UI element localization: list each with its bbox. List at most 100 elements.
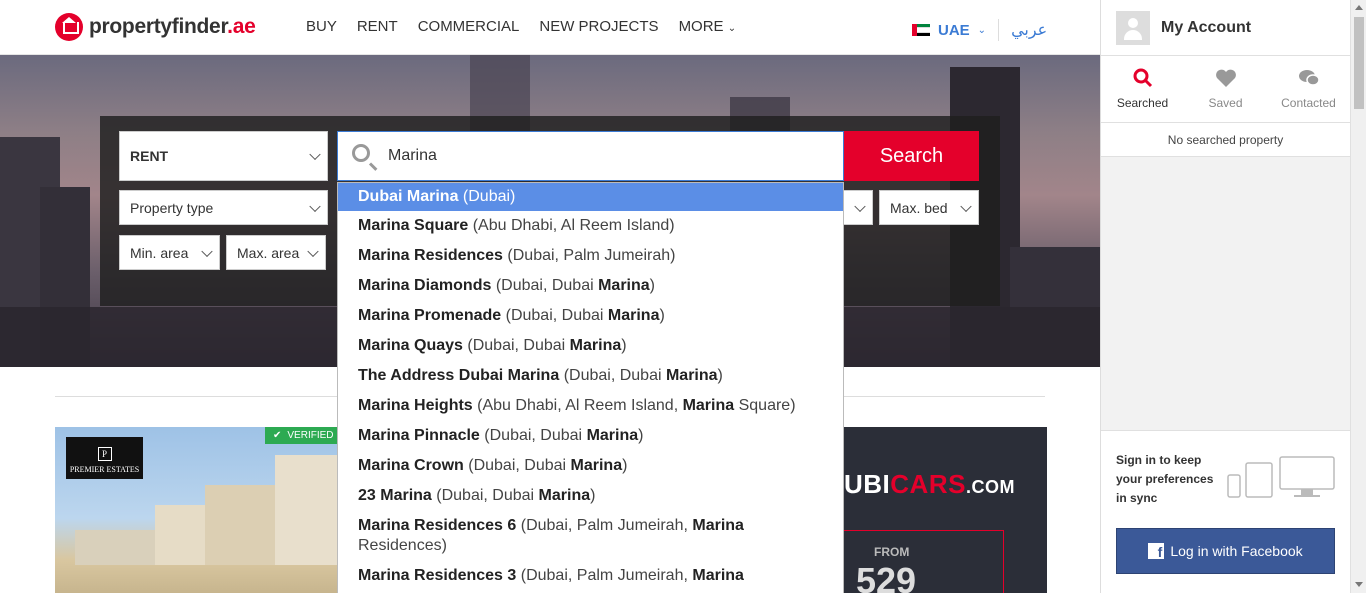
premier-logo-icon: P [97, 447, 112, 461]
suggestion-name: Marina Residences 3 [358, 567, 517, 584]
nav-more[interactable]: MORE ⌄ [679, 18, 737, 35]
max-area-value: Max. area [237, 244, 300, 261]
nav-more-label: MORE [678, 18, 724, 35]
nav-commercial[interactable]: COMMERCIAL [418, 18, 520, 35]
suggestion-item[interactable]: The Address Dubai Marina (Dubai, Dubai M… [338, 361, 843, 391]
suggestion-item[interactable]: Marina Square (Abu Dhabi, Al Reem Island… [338, 211, 843, 241]
suggestion-location: (Dubai, Dubai [563, 367, 666, 384]
logo[interactable]: propertyfinder.ae [55, 13, 256, 41]
suggestion-location: (Dubai, Dubai [467, 337, 570, 354]
suggestion-name: Marina Residences 6 [358, 517, 517, 534]
min-area-value: Min. area [130, 244, 189, 261]
suggestion-item[interactable]: Marina Promenade (Dubai, Dubai Marina) [338, 301, 843, 331]
country-selector[interactable]: UAE ⌄ عربي [912, 19, 1047, 41]
suggestion-item[interactable]: Marina Pinnacle (Dubai, Dubai Marina) [338, 421, 843, 451]
verified-badge: ✔ VERIFIED [265, 427, 340, 444]
check-icon: ✔ [273, 430, 282, 441]
suggestion-name: 23 Marina [358, 487, 432, 504]
tab-searched-label: Searched [1116, 96, 1169, 110]
chat-icon [1298, 68, 1320, 88]
agency-name: PREMIER ESTATES [69, 465, 140, 474]
uae-flag-icon [912, 24, 930, 36]
tab-contacted[interactable]: Contacted [1267, 56, 1350, 122]
search-button[interactable]: Search [844, 131, 979, 181]
logo-tld: .ae [227, 15, 256, 38]
suggestion-item[interactable]: Marina Residences (Dubai, Palm Jumeirah) [338, 241, 843, 271]
suggestion-location: ) [649, 277, 655, 294]
chevron-down-icon: ⌄ [977, 24, 987, 36]
chevron-down-icon [309, 148, 321, 161]
search-icon [352, 144, 370, 162]
suggestion-location: (Abu Dhabi, Al Reem Island) [472, 217, 675, 234]
advertisement-banner[interactable]: UBICARS.COM FROM 529 [844, 427, 1047, 593]
account-header[interactable]: My Account [1101, 0, 1350, 56]
suggestion-location: ) [717, 367, 723, 384]
suggestion-location: (Dubai, Dubai [468, 457, 571, 474]
agency-logo[interactable]: P PREMIER ESTATES [66, 437, 143, 479]
suggestion-name: Marina Square [358, 217, 469, 234]
chevron-down-icon: ⌄ [727, 23, 737, 34]
tab-saved[interactable]: Saved [1184, 56, 1267, 122]
max-bed-select[interactable]: Max. bed [879, 190, 979, 225]
suggestion-item[interactable]: Marina Quays (Dubai, Dubai Marina) [338, 331, 843, 361]
suggestion-location: (Dubai) [462, 188, 516, 205]
nav-rent[interactable]: RENT [357, 18, 398, 35]
nav-buy[interactable]: BUY [306, 18, 337, 35]
search-box[interactable] [337, 131, 844, 181]
suggestion-location: (Dubai, Dubai [436, 487, 539, 504]
suggestion-item[interactable]: Marina Crown (Dubai, Dubai Marina) [338, 451, 843, 481]
suggestion-location: (Dubai, Dubai [484, 427, 587, 444]
scrollbar-thumb[interactable] [1354, 17, 1364, 109]
suggestion-item[interactable]: Marina Heights (Abu Dhabi, Al Reem Islan… [338, 391, 843, 421]
suggestion-location: ) [659, 307, 665, 324]
ad-logo-suffix: .COM [965, 477, 1015, 497]
devices-icon [1226, 453, 1338, 506]
suggestion-location-highlight: Marina [586, 427, 639, 444]
max-area-select[interactable]: Max. area [226, 235, 326, 270]
scroll-down-icon[interactable] [1355, 582, 1363, 587]
home-logo-icon [55, 13, 83, 41]
account-sidebar: My Account Searched Saved Contacted No s… [1100, 0, 1351, 593]
suggestion-item[interactable]: Marina Residences 3 (Dubai, Palm Jumeira… [338, 561, 843, 591]
suggestion-item[interactable]: Marina Residences 6 (Dubai, Palm Jumeira… [338, 511, 843, 561]
mode-select[interactable]: RENT [119, 131, 328, 181]
suggestion-location-highlight: Marina [598, 277, 650, 294]
facebook-login-button[interactable]: f Log in with Facebook [1116, 528, 1335, 574]
suggestion-item[interactable]: 23 Marina (Dubai, Dubai Marina) [338, 481, 843, 511]
suggestion-location: ) [622, 457, 628, 474]
suggestion-location-highlight: Marina [692, 567, 744, 584]
min-area-select[interactable]: Min. area [119, 235, 220, 270]
account-title: My Account [1161, 18, 1252, 36]
facebook-icon: f [1148, 543, 1165, 559]
autocomplete-dropdown: Dubai Marina (Dubai) Marina Square (Abu D… [337, 182, 844, 593]
language-switch-link[interactable]: عربي [1011, 20, 1047, 40]
scroll-up-icon[interactable] [1355, 5, 1363, 10]
suggestion-item[interactable]: Marina Diamonds (Dubai, Dubai Marina) [338, 271, 843, 301]
heart-icon [1215, 68, 1237, 88]
page-scrollbar[interactable] [1350, 0, 1366, 593]
tab-contacted-label: Contacted [1281, 96, 1336, 110]
max-bed-value: Max. bed [890, 199, 948, 216]
suggestion-name: The Address Dubai Marina [358, 367, 560, 384]
chevron-down-icon [854, 200, 866, 212]
mode-select-value: RENT [130, 148, 169, 164]
suggestion-location-highlight: Marina [682, 397, 735, 414]
tab-searched[interactable]: Searched [1101, 56, 1184, 122]
nav-new-projects[interactable]: NEW PROJECTS [539, 18, 658, 35]
country-label: UAE [938, 21, 970, 39]
empty-state-text: No searched property [1101, 123, 1350, 157]
suggestion-location: (Abu Dhabi, Al Reem Island, [477, 397, 683, 414]
suggestion-location: (Dubai, Dubai [505, 307, 608, 324]
search-input[interactable] [388, 132, 828, 180]
chevron-down-icon [201, 245, 213, 257]
property-type-select[interactable]: Property type [119, 190, 328, 225]
suggestion-location-highlight: Marina [665, 367, 718, 384]
suggestion-item[interactable]: Dubai Marina (Dubai) [338, 183, 843, 211]
suggestion-name: Marina Promenade [358, 307, 502, 324]
suggestion-name: Marina Diamonds [358, 277, 492, 294]
suggestion-location: (Dubai, Palm Jumeirah, [520, 567, 693, 584]
suggestion-location-highlight: Marina [607, 307, 660, 324]
account-tabs: Searched Saved Contacted [1101, 56, 1350, 123]
divider [998, 19, 1000, 41]
sync-panel: Sign in to keep your preferences in sync… [1101, 430, 1351, 593]
